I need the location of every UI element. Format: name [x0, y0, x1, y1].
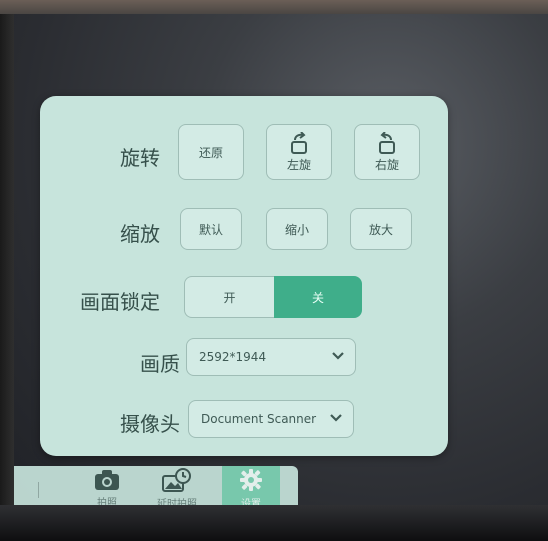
rotate-label: 旋转	[120, 146, 160, 170]
rotate-right-button[interactable]: 右旋	[354, 124, 420, 180]
rotate-left-icon	[286, 131, 312, 156]
rotate-left-label: 左旋	[286, 157, 311, 172]
lock-on-label: 开	[223, 290, 236, 305]
monitor-bezel-bottom	[0, 505, 548, 541]
camera-icon	[94, 469, 120, 494]
camera-label: 摄像头	[120, 412, 180, 436]
zoom-default-label: 默认	[198, 222, 223, 237]
zoom-shrink-label: 缩小	[284, 222, 309, 237]
monitor-bezel-left	[0, 14, 14, 541]
photo-frame-top	[0, 0, 548, 14]
quality-value: 2592*1944	[199, 350, 267, 364]
settings-gear-icon	[239, 468, 263, 495]
chevron-down-icon	[331, 350, 345, 364]
toolbar-divider	[38, 482, 39, 498]
settings-panel: 旋转 还原 左旋 右旋 缩放 默认 缩小 放大 画面锁定 开 关 画质 2592…	[40, 96, 448, 456]
rotate-reset-button[interactable]: 还原	[178, 124, 244, 180]
rotate-right-label: 右旋	[374, 157, 399, 172]
lock-on-option[interactable]: 开	[184, 276, 274, 318]
zoom-label: 缩放	[120, 222, 160, 246]
zoom-default-button[interactable]: 默认	[180, 208, 242, 250]
quality-label: 画质	[140, 352, 180, 376]
zoom-shrink-button[interactable]: 缩小	[266, 208, 328, 250]
camera-value: Document Scanner	[201, 412, 317, 426]
chevron-down-icon	[329, 412, 343, 426]
camera-select[interactable]: Document Scanner	[188, 400, 354, 438]
zoom-enlarge-label: 放大	[368, 222, 393, 237]
lock-label: 画面锁定	[80, 290, 160, 314]
rotate-reset-label: 还原	[198, 145, 223, 160]
lock-off-option[interactable]: 关	[274, 276, 362, 318]
zoom-enlarge-button[interactable]: 放大	[350, 208, 412, 250]
rotate-left-button[interactable]: 左旋	[266, 124, 332, 180]
quality-select[interactable]: 2592*1944	[186, 338, 356, 376]
lock-off-label: 关	[311, 290, 324, 305]
timer-photo-icon	[162, 468, 192, 495]
rotate-right-icon	[374, 131, 400, 156]
